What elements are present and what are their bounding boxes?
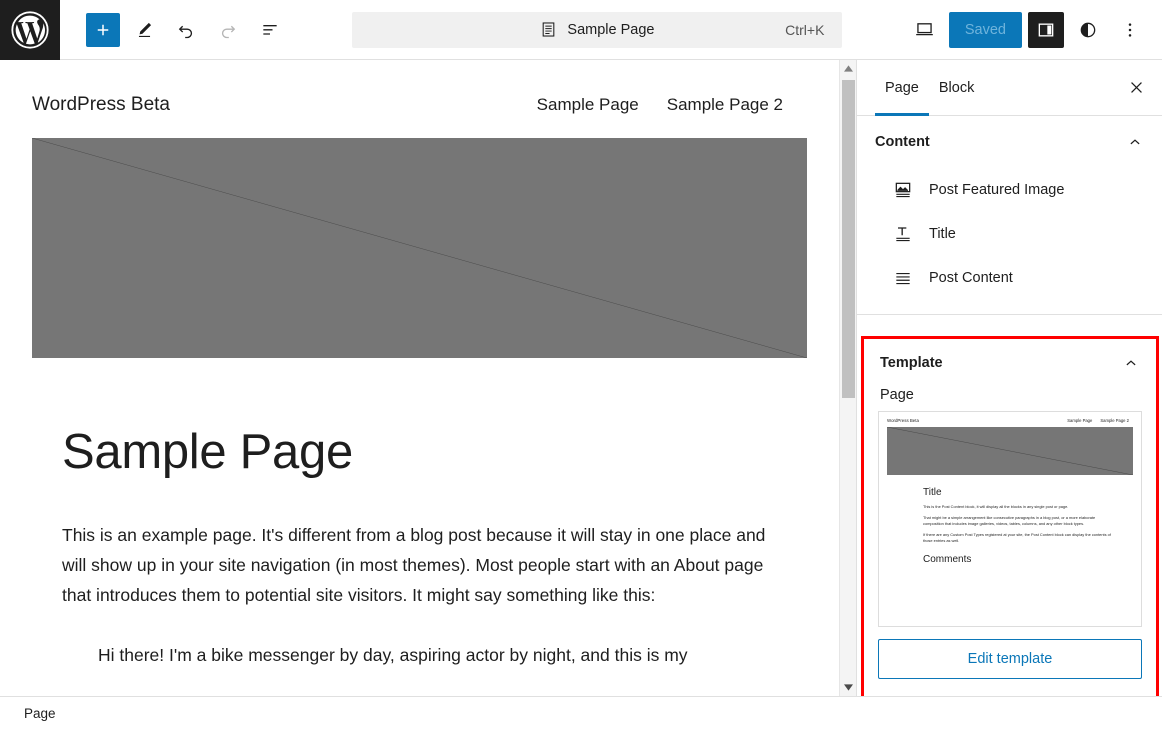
post-quote-text: Hi there! I'm a bike messenger by day, a… [98, 640, 777, 670]
post-title-block[interactable]: Sample Page [62, 424, 839, 480]
thumbnail-comments-heading: Comments [923, 554, 1141, 565]
content-item-post-content[interactable]: Post Content [875, 256, 1144, 300]
content-item-post-featured-image[interactable]: Post Featured Image [875, 168, 1144, 212]
template-section-header[interactable]: Template [864, 339, 1156, 387]
tab-page[interactable]: Page [875, 60, 929, 116]
close-sidebar-button[interactable] [1118, 70, 1154, 106]
template-section-title: Template [880, 355, 943, 371]
chevron-up-icon[interactable] [1122, 354, 1140, 372]
wordpress-block-editor: Sample Page Ctrl+K Saved [0, 0, 1162, 730]
editor-toolbar: Sample Page Ctrl+K Saved [0, 0, 1162, 60]
scroll-up-arrow-icon[interactable] [840, 60, 857, 77]
edit-mode-button[interactable] [126, 12, 162, 48]
status-label: Page [24, 706, 56, 721]
pencil-icon [135, 20, 154, 39]
toolbar-center-group: Sample Page Ctrl+K [288, 12, 907, 48]
half-circle-styles-icon [1078, 20, 1098, 40]
desktop-preview-icon [914, 19, 935, 40]
preview-button[interactable] [907, 12, 943, 48]
thumbnail-paragraph: This is the Post Content block, it will … [923, 504, 1115, 510]
edit-template-button[interactable]: Edit template [878, 639, 1142, 679]
featured-image-icon [893, 180, 913, 200]
post-content-icon [893, 268, 913, 288]
template-preview-thumbnail[interactable]: WordPress Beta Sample Page Sample Page 2… [878, 411, 1142, 627]
settings-sidebar-icon [1036, 20, 1056, 40]
site-title: WordPress Beta [32, 94, 170, 116]
content-item-label: Post Content [929, 270, 1013, 286]
content-item-label: Post Featured Image [929, 182, 1064, 198]
styles-button[interactable] [1070, 12, 1106, 48]
wordpress-logo-icon[interactable] [0, 0, 60, 60]
plus-icon [94, 21, 112, 39]
tab-block[interactable]: Block [929, 60, 984, 116]
site-header: WordPress Beta Sample Page Sample Page 2 [0, 60, 839, 116]
placeholder-diagonal-icon [887, 427, 1133, 475]
document-title-bar[interactable]: Sample Page Ctrl+K [352, 12, 842, 48]
settings-sidebar: Page Block Content [856, 60, 1162, 696]
post-paragraph: This is an example page. It's different … [62, 520, 777, 610]
content-item-title[interactable]: Title [875, 212, 1144, 256]
content-block-list: Post Featured Image Title Post Content [875, 168, 1144, 314]
scrollbar-thumb[interactable] [842, 80, 855, 398]
post-featured-image-block[interactable] [32, 138, 807, 358]
toolbar-left-group [60, 12, 288, 48]
thumbnail-site-title: WordPress Beta [887, 418, 919, 423]
document-title: Sample Page [567, 22, 654, 38]
content-item-label: Title [929, 226, 956, 242]
more-options-button[interactable] [1112, 12, 1148, 48]
content-section-title: Content [875, 134, 930, 150]
list-view-button[interactable] [252, 12, 288, 48]
redo-button[interactable] [210, 12, 246, 48]
undo-arrow-icon [176, 20, 196, 40]
editor-status-bar: Page [0, 696, 1162, 730]
thumbnail-nav: Sample Page Sample Page 2 [1067, 418, 1133, 423]
thumbnail-featured-image [887, 427, 1133, 475]
editor-canvas[interactable]: WordPress Beta Sample Page Sample Page 2… [0, 60, 839, 696]
three-dots-options-icon [1120, 20, 1140, 40]
toolbar-right-group: Saved [907, 12, 1162, 48]
canvas-scrollbar[interactable] [839, 60, 856, 696]
template-name: Page [864, 387, 1156, 411]
chevron-up-icon[interactable] [1126, 133, 1144, 151]
add-block-button[interactable] [86, 13, 120, 47]
nav-link-sample-page[interactable]: Sample Page [537, 95, 639, 115]
command-shortcut: Ctrl+K [785, 22, 824, 38]
settings-sidebar-toggle[interactable] [1028, 12, 1064, 48]
placeholder-diagonal-icon [32, 138, 807, 358]
post-content-block[interactable]: This is an example page. It's different … [62, 520, 777, 670]
redo-arrow-icon [218, 20, 238, 40]
thumbnail-nav-item: Sample Page 2 [1100, 418, 1129, 423]
thumbnail-nav-item: Sample Page [1067, 418, 1092, 423]
thumbnail-paragraph: If there are any Custom Post Types regis… [923, 532, 1115, 544]
document-icon [540, 21, 557, 38]
content-section: Content Post Featured Image [857, 116, 1162, 314]
content-section-header[interactable]: Content [875, 116, 1144, 168]
scroll-down-arrow-icon[interactable] [840, 679, 857, 696]
thumbnail-body: This is the Post Content block, it will … [923, 504, 1115, 544]
editor-body: WordPress Beta Sample Page Sample Page 2… [0, 60, 1162, 696]
list-view-icon [260, 20, 280, 40]
site-navigation: Sample Page Sample Page 2 [537, 95, 807, 115]
nav-link-sample-page-2[interactable]: Sample Page 2 [667, 95, 783, 115]
template-section-highlighted: Template Page WordPress Beta Sample Page… [861, 336, 1159, 696]
close-icon [1128, 79, 1145, 96]
thumbnail-site-header: WordPress Beta Sample Page Sample Page 2 [879, 412, 1141, 423]
title-icon [893, 224, 913, 244]
thumbnail-heading: Title [923, 487, 1141, 498]
sidebar-tabs: Page Block [857, 60, 1162, 116]
undo-button[interactable] [168, 12, 204, 48]
sidebar-divider [857, 314, 1162, 315]
thumbnail-paragraph: That might be a simple arrangement like … [923, 515, 1115, 527]
saved-button[interactable]: Saved [949, 12, 1022, 48]
